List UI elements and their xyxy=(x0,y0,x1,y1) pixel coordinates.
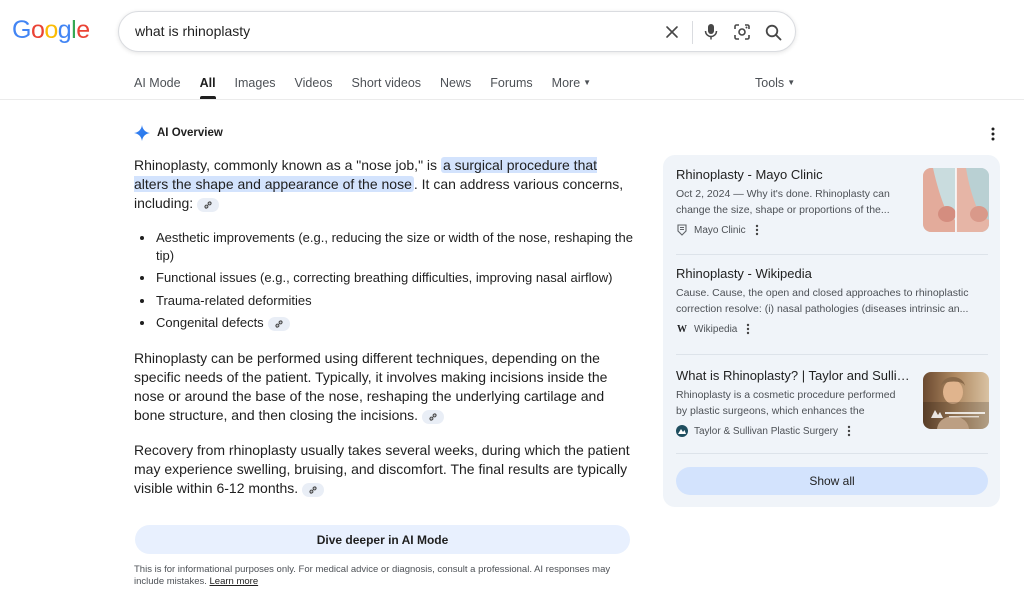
show-all-button[interactable]: Show all xyxy=(676,467,988,495)
tab-ai-mode[interactable]: AI Mode xyxy=(134,76,181,98)
source-title[interactable]: Rhinoplasty - Wikipedia xyxy=(676,266,911,282)
source-site: Mayo Clinic xyxy=(694,224,746,236)
tab-news[interactable]: News xyxy=(440,76,471,98)
search-input[interactable] xyxy=(135,23,635,39)
tab-forums[interactable]: Forums xyxy=(490,76,532,98)
sparkle-icon xyxy=(134,125,150,141)
source-meta: W Wikipedia xyxy=(676,323,988,335)
lens-camera-icon[interactable] xyxy=(732,22,752,42)
logo-letter: g xyxy=(57,16,72,44)
taylor-sullivan-favicon xyxy=(676,425,688,437)
logo-letter: G xyxy=(12,16,31,44)
ai-overview-body: Rhinoplasty, commonly known as a "nose j… xyxy=(134,156,634,514)
header-divider xyxy=(0,99,1024,100)
logo-letter: e xyxy=(76,16,90,44)
logo-letter: o xyxy=(44,16,58,44)
tab-more[interactable]: More ▼ xyxy=(552,76,591,98)
source-card[interactable]: What is Rhinoplasty? | Taylor and Sulliv… xyxy=(676,368,989,437)
more-options-icon[interactable] xyxy=(755,224,759,236)
overview-paragraph: Rhinoplasty can be performed using diffe… xyxy=(134,349,634,425)
logo-letter: o xyxy=(30,16,45,44)
disclaimer-text: This is for informational purposes only.… xyxy=(134,564,611,587)
tab-short-videos[interactable]: Short videos xyxy=(352,76,421,98)
dive-deeper-button[interactable]: Dive deeper in AI Mode xyxy=(135,525,630,554)
tools-button[interactable]: Tools ▼ xyxy=(755,76,795,90)
overview-text: Recovery from rhinoplasty usually takes … xyxy=(134,441,630,496)
disclaimer: This is for informational purposes only.… xyxy=(134,564,634,588)
citation-link-icon[interactable] xyxy=(422,409,445,424)
search-tabs: AI Mode All Images Videos Short videos N… xyxy=(134,76,610,99)
source-site: Taylor & Sullivan Plastic Surgery xyxy=(694,425,838,437)
list-item: Trauma-related deformities xyxy=(134,292,634,310)
source-snippet: Oct 2, 2024 — Why it's done. Rhinoplasty… xyxy=(676,188,890,216)
more-options-icon[interactable] xyxy=(746,323,750,335)
wikipedia-favicon: W xyxy=(677,323,687,335)
ai-overview-title: AI Overview xyxy=(157,127,223,139)
list-item-text: Congenital defects xyxy=(156,315,264,330)
source-thumbnail[interactable] xyxy=(923,168,989,232)
ai-overview-heading: AI Overview xyxy=(134,125,223,141)
close-icon[interactable] xyxy=(662,22,682,42)
more-options-icon[interactable] xyxy=(847,425,851,437)
citation-link-icon[interactable] xyxy=(197,198,220,212)
list-item: Congenital defects xyxy=(134,314,634,332)
caret-down-icon: ▼ xyxy=(787,78,796,87)
source-site: Wikipedia xyxy=(694,323,738,335)
source-title[interactable]: Rhinoplasty - Mayo Clinic xyxy=(676,167,911,183)
overview-paragraph: Rhinoplasty, commonly known as a "nose j… xyxy=(134,156,634,213)
mayo-clinic-favicon xyxy=(676,224,688,236)
overview-text: Rhinoplasty can be performed using diffe… xyxy=(134,349,608,423)
citation-link-icon[interactable] xyxy=(267,317,290,331)
source-thumbnail[interactable] xyxy=(923,372,989,429)
caret-down-icon: ▼ xyxy=(583,78,592,87)
learn-more-link[interactable]: Learn more xyxy=(210,576,259,587)
overview-list: Aesthetic improvements (e.g., reducing t… xyxy=(134,229,634,332)
list-item: Aesthetic improvements (e.g., reducing t… xyxy=(134,229,634,264)
source-divider xyxy=(676,254,988,255)
tab-all[interactable]: All xyxy=(199,76,216,99)
source-divider xyxy=(676,453,988,454)
source-card[interactable]: Rhinoplasty - Wikipedia Cause. Cause, th… xyxy=(676,266,988,335)
tab-images[interactable]: Images xyxy=(235,76,276,98)
search-icon[interactable] xyxy=(763,22,783,42)
tab-videos[interactable]: Videos xyxy=(295,76,333,98)
citation-link-icon[interactable] xyxy=(302,482,325,497)
sources-panel: Rhinoplasty - Mayo Clinic Oct 2, 2024 — … xyxy=(663,155,1000,507)
source-snippet: Rhinoplasty is a cosmetic procedure perf… xyxy=(676,389,896,417)
google-logo[interactable]: Google xyxy=(12,16,90,45)
overview-text: Rhinoplasty, commonly known as a "nose j… xyxy=(134,157,441,173)
search-box[interactable] xyxy=(118,11,796,52)
list-item: Functional issues (e.g., correcting brea… xyxy=(134,269,634,287)
overview-paragraph: Recovery from rhinoplasty usually takes … xyxy=(134,441,634,498)
source-divider xyxy=(676,354,988,355)
source-card[interactable]: Rhinoplasty - Mayo Clinic Oct 2, 2024 — … xyxy=(676,167,989,236)
source-snippet: Cause. Cause, the open and closed approa… xyxy=(676,287,969,315)
search-divider xyxy=(692,21,693,44)
source-title[interactable]: What is Rhinoplasty? | Taylor and Sulliv… xyxy=(676,368,911,384)
more-options-icon[interactable] xyxy=(986,126,1000,142)
tools-label: Tools xyxy=(755,76,785,90)
microphone-icon[interactable] xyxy=(701,22,721,42)
tab-more-label: More xyxy=(551,76,581,90)
